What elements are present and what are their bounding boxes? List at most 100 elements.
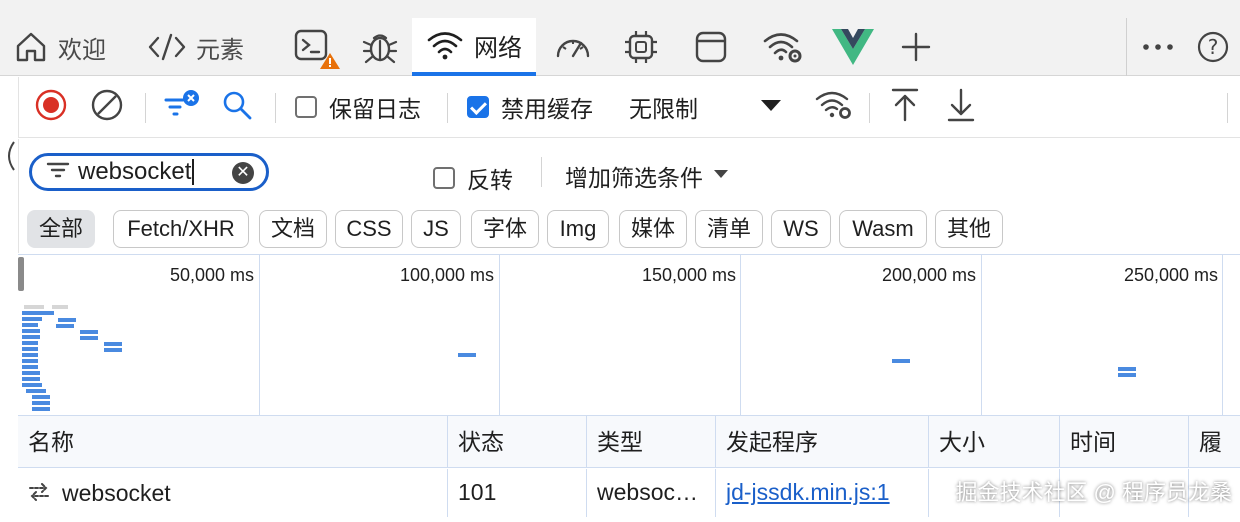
disable-cache-checkbox[interactable]: 禁用缓存 xyxy=(467,77,593,137)
tab-performance[interactable] xyxy=(554,18,592,76)
record-button[interactable] xyxy=(35,77,67,137)
import-har-button[interactable] xyxy=(891,77,919,137)
overview-handle[interactable] xyxy=(18,257,24,291)
chip-css[interactable]: CSS xyxy=(335,210,403,248)
network-overview[interactable]: 50,000 ms 100,000 ms 150,000 ms 200,000 … xyxy=(18,254,1240,416)
disable-cache-box[interactable] xyxy=(467,96,489,118)
invert-checkbox[interactable]: 反转 xyxy=(433,161,513,195)
chip-js[interactable]: JS xyxy=(411,210,461,248)
overview-bar xyxy=(22,317,42,321)
column-header-fulfilled[interactable]: 履行 xyxy=(1189,416,1240,507)
cell-type: websoc… xyxy=(587,469,716,517)
column-header-initiator[interactable]: 发起程序 xyxy=(716,416,929,468)
tab-network-label: 网络 xyxy=(474,34,522,62)
column-header-time[interactable]: 时间 xyxy=(1060,416,1189,468)
svg-text:?: ? xyxy=(1208,35,1219,59)
overview-time-label: 100,000 ms xyxy=(399,265,494,285)
invert-label: 反转 xyxy=(467,167,513,193)
overview-bar xyxy=(22,383,42,387)
filter-input-value[interactable]: websocket xyxy=(78,158,191,186)
filter-input[interactable]: websocket ✕ xyxy=(29,153,269,191)
export-har-button[interactable] xyxy=(947,77,975,137)
dropdown-triangle-icon xyxy=(759,97,783,118)
overview-time-label: 50,000 ms xyxy=(169,265,254,285)
column-header-size[interactable]: 大小 xyxy=(929,416,1060,468)
toolbar-divider xyxy=(1227,93,1228,123)
more-filters-dropdown[interactable]: 增加筛选条件 xyxy=(565,159,729,193)
tab-sources[interactable] xyxy=(362,18,398,76)
window-icon xyxy=(694,30,728,64)
tab-application[interactable] xyxy=(694,18,728,76)
chip-wasm[interactable]: Wasm xyxy=(839,210,927,248)
chip-manifest[interactable]: 清单 xyxy=(695,210,763,248)
search-button[interactable] xyxy=(221,77,253,137)
tab-console[interactable] xyxy=(292,18,344,76)
chip-fetch-xhr[interactable]: Fetch/XHR xyxy=(113,210,249,248)
chip-all[interactable]: 全部 xyxy=(27,210,95,248)
overview-bar xyxy=(58,318,76,322)
toolbar-divider xyxy=(447,93,448,123)
tab-vue[interactable] xyxy=(830,18,876,76)
column-header-status[interactable]: 状态 xyxy=(448,416,587,468)
upload-icon xyxy=(891,88,919,127)
add-tab-button[interactable] xyxy=(900,18,932,76)
tab-memory[interactable] xyxy=(622,18,660,76)
overview-bar xyxy=(80,336,98,340)
filter-toggle-button[interactable] xyxy=(163,77,201,137)
overview-divider xyxy=(740,255,741,415)
chip-font[interactable]: 字体 xyxy=(471,210,539,248)
help-button[interactable]: ? xyxy=(1196,18,1230,76)
watermark-text: 掘金技术社区 @ 程序员龙桑 xyxy=(955,480,1232,505)
clear-button[interactable] xyxy=(91,77,123,137)
preserve-log-checkbox[interactable]: 保留日志 xyxy=(295,77,421,137)
throttling-dropdown[interactable] xyxy=(759,77,783,137)
overview-bar xyxy=(104,342,122,346)
chip-document[interactable]: 文档 xyxy=(259,210,327,248)
tab-network-conditions[interactable] xyxy=(762,18,804,76)
initiator-link[interactable]: jd-jssdk.min.js:1 xyxy=(726,479,890,505)
overview-bar xyxy=(22,359,38,363)
left-panel-edge xyxy=(0,140,18,172)
overview-bar xyxy=(22,377,40,381)
chip-media[interactable]: 媒体 xyxy=(619,210,687,248)
overview-bar xyxy=(22,353,38,357)
tab-network[interactable]: 网络 xyxy=(412,18,536,76)
overview-bar xyxy=(22,329,40,333)
overview-divider xyxy=(499,255,500,415)
code-icon xyxy=(148,32,186,62)
overview-bar xyxy=(80,330,98,334)
overview-divider xyxy=(981,255,982,415)
network-conditions-button[interactable] xyxy=(815,77,853,137)
overview-bar xyxy=(22,341,38,345)
overview-bar xyxy=(36,311,54,315)
more-options-button[interactable] xyxy=(1142,18,1174,76)
toolbar-divider xyxy=(869,93,870,123)
filter-active-icon xyxy=(163,88,201,127)
overview-time-label: 250,000 ms xyxy=(1123,265,1218,285)
request-name[interactable]: websocket xyxy=(62,470,171,516)
plus-icon xyxy=(900,31,932,63)
column-header-name[interactable]: 名称 xyxy=(18,416,448,468)
preserve-log-box[interactable] xyxy=(295,96,317,118)
tab-elements[interactable]: 元素 xyxy=(148,18,244,76)
tab-welcome[interactable]: 欢迎 xyxy=(14,18,106,76)
overview-bar xyxy=(22,323,38,327)
column-header-type[interactable]: 类型 xyxy=(587,416,716,468)
invert-box[interactable] xyxy=(433,167,455,189)
cell-name: websocket xyxy=(18,469,448,517)
chip-other[interactable]: 其他 xyxy=(935,210,1003,248)
chip-ws[interactable]: WS xyxy=(771,210,831,248)
chip-img[interactable]: Img xyxy=(547,210,609,248)
dropdown-triangle-icon xyxy=(713,167,729,185)
cell-initiator: jd-jssdk.min.js:1 xyxy=(716,469,929,517)
console-warning-icon xyxy=(292,25,344,69)
throttling-select[interactable]: 无限制 xyxy=(629,77,698,137)
text-caret xyxy=(192,159,195,185)
overview-time-label: 150,000 ms xyxy=(641,265,736,285)
resource-type-filters: 全部 Fetch/XHR 文档 CSS JS 字体 Img 媒体 清单 WS W… xyxy=(18,207,1240,253)
overview-bar xyxy=(24,305,44,309)
tab-welcome-label: 欢迎 xyxy=(58,36,106,64)
clear-filter-icon[interactable]: ✕ xyxy=(232,162,254,184)
more-icon xyxy=(1142,42,1174,52)
preserve-log-label: 保留日志 xyxy=(329,96,421,122)
